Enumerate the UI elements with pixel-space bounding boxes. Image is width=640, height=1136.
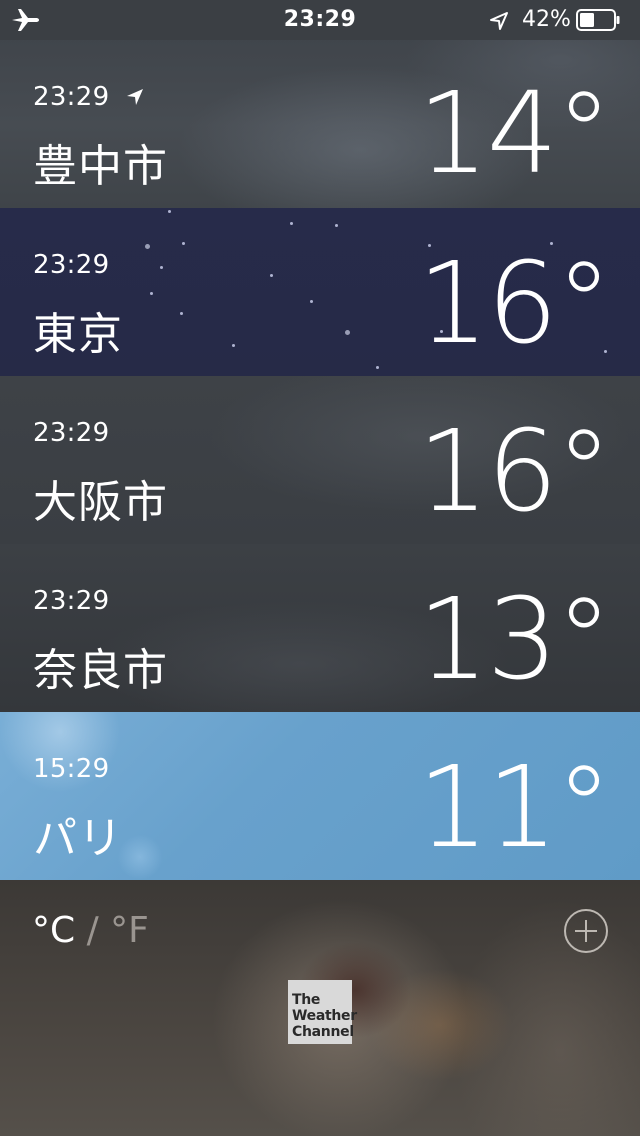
city-temperature: 16° bbox=[417, 239, 612, 369]
add-city-button[interactable] bbox=[563, 908, 609, 954]
battery-icon bbox=[576, 9, 620, 31]
city-temperature: 16° bbox=[417, 407, 612, 537]
unit-toggle[interactable]: °C / °F bbox=[32, 910, 149, 951]
star-decoration bbox=[150, 292, 153, 295]
city-row-paris[interactable]: 15:29 パリ 11° bbox=[0, 712, 640, 880]
city-name: 豊中市 bbox=[33, 141, 168, 192]
star-decoration bbox=[345, 330, 350, 335]
star-decoration bbox=[335, 224, 338, 227]
star-decoration bbox=[160, 266, 163, 269]
city-row-nara[interactable]: 23:29 奈良市 13° bbox=[0, 544, 640, 712]
city-local-time: 15:29 bbox=[33, 754, 110, 784]
star-decoration bbox=[290, 222, 293, 225]
celsius-option[interactable]: °C bbox=[32, 910, 75, 951]
weather-channel-logo[interactable]: The Weather Channel bbox=[288, 980, 357, 1044]
city-local-time: 23:29 bbox=[33, 82, 110, 112]
logo-text-line: Channel bbox=[292, 1024, 354, 1040]
star-decoration bbox=[145, 244, 150, 249]
city-name: 奈良市 bbox=[33, 645, 168, 696]
footer: °C / °F The Weather Channel bbox=[0, 880, 640, 1136]
city-name: パリ bbox=[33, 813, 123, 864]
city-local-time: 23:29 bbox=[33, 418, 110, 448]
city-temperature: 11° bbox=[417, 743, 612, 873]
location-arrow-icon bbox=[490, 12, 508, 30]
city-name: 東京 bbox=[33, 309, 123, 360]
city-temperature: 14° bbox=[417, 69, 612, 199]
city-local-time: 23:29 bbox=[33, 250, 110, 280]
star-decoration bbox=[376, 366, 379, 369]
battery-percentage: 42% bbox=[522, 7, 571, 32]
city-temperature: 13° bbox=[417, 575, 612, 705]
star-decoration bbox=[310, 300, 313, 303]
star-decoration bbox=[270, 274, 273, 277]
city-row-osaka[interactable]: 23:29 大阪市 16° bbox=[0, 376, 640, 544]
fahrenheit-option[interactable]: °F bbox=[110, 910, 149, 951]
star-decoration bbox=[180, 312, 183, 315]
logo-text-line: Weather bbox=[292, 1008, 357, 1024]
star-decoration bbox=[168, 210, 171, 213]
city-name: 大阪市 bbox=[33, 477, 168, 528]
city-row-tokyo[interactable]: 23:29 東京 16° bbox=[0, 208, 640, 376]
star-decoration bbox=[232, 344, 235, 347]
logo-text-line: The bbox=[292, 992, 321, 1008]
status-bar: 23:29 42% bbox=[0, 0, 640, 40]
city-local-time: 23:29 bbox=[33, 586, 110, 616]
current-location-icon bbox=[127, 89, 143, 105]
star-decoration bbox=[182, 242, 185, 245]
unit-separator: / bbox=[75, 910, 111, 951]
